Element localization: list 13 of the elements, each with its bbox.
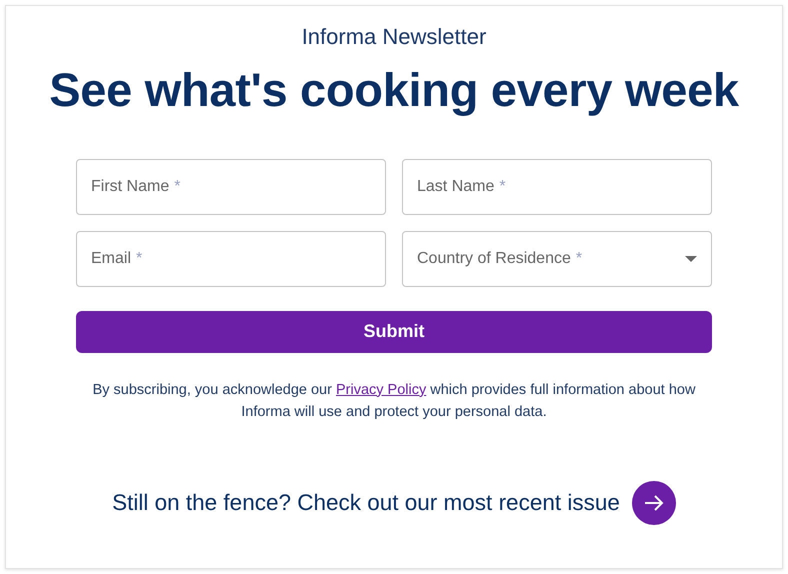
- input-field[interactable]: Email *: [76, 230, 386, 287]
- consent-text: By subscribing, you acknowledge our Privacy Policy which provides full information about how Informa will use and protect your personal data.: [92, 380, 696, 422]
- submit-button[interactable]: Submit: [76, 310, 712, 353]
- headline: See what's cooking every week: [49, 62, 739, 118]
- input-field[interactable]: First Name *: [76, 158, 386, 215]
- newsletter-title: Informa Newsletter: [302, 24, 486, 50]
- privacy-policy-link[interactable]: Privacy Policy: [336, 382, 426, 398]
- input-field[interactable]: Last Name *: [402, 158, 712, 215]
- caret-icon: [685, 256, 697, 262]
- recent-issue-text: Still on the fence? Check out our most recent issue: [112, 490, 620, 516]
- arrow-right-icon: [644, 494, 664, 511]
- arrow-button[interactable]: [632, 480, 676, 525]
- country-select[interactable]: Country of Residence *: [402, 230, 712, 287]
